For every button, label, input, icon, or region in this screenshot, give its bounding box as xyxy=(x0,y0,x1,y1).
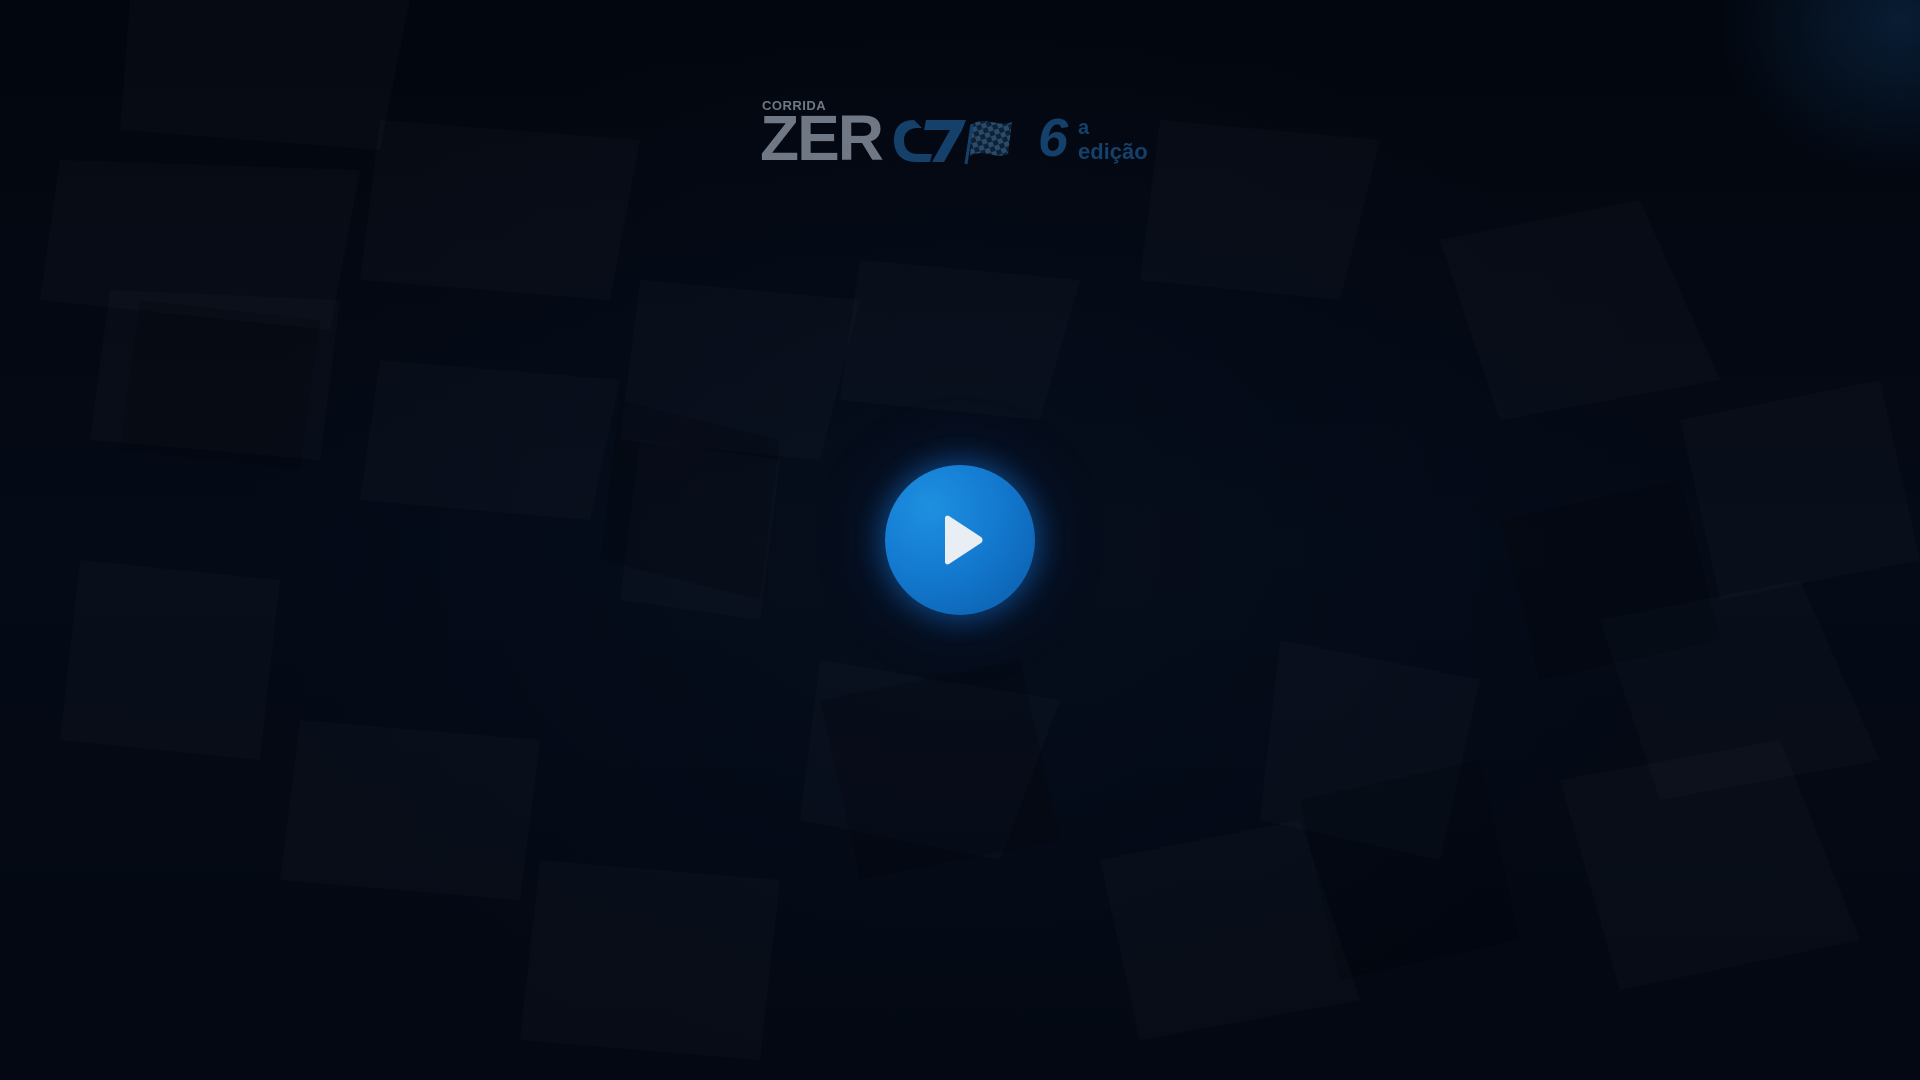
logo-word: ZER xyxy=(760,102,884,174)
play-button[interactable] xyxy=(885,465,1035,615)
logo-edition-superscript: a xyxy=(1078,117,1090,139)
play-icon xyxy=(945,515,983,565)
logo-edition-number: 6 xyxy=(1038,108,1069,168)
event-logo: CORRIDA ZER 6 a edição xyxy=(760,96,1162,176)
logo-edition-word: edição xyxy=(1078,139,1148,164)
video-player-stage: CORRIDA ZER 6 a edição xyxy=(0,0,1920,1080)
checkered-flag-icon xyxy=(894,120,1012,165)
